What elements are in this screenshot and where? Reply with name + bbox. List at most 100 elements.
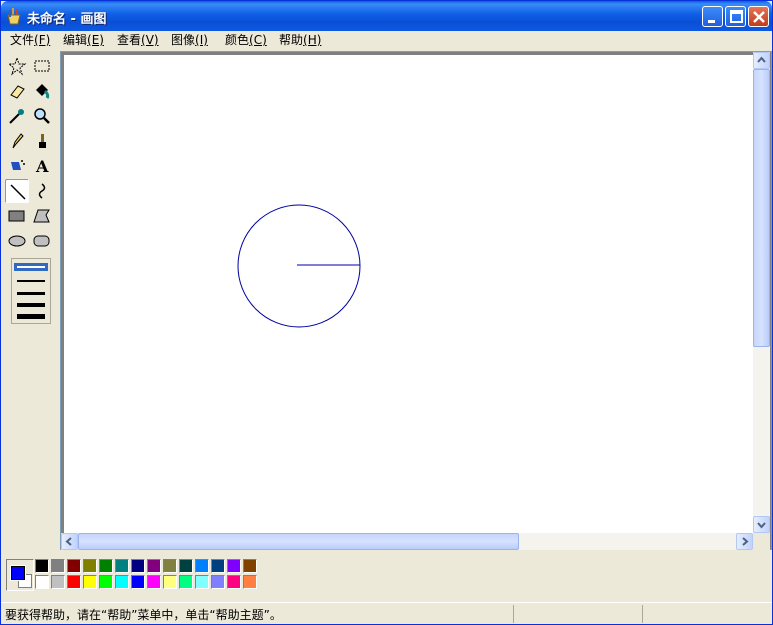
- line-width-2[interactable]: [17, 280, 45, 282]
- palette-swatch[interactable]: [195, 559, 209, 573]
- menu-view-key: (V): [141, 33, 159, 47]
- close-button[interactable]: [748, 6, 769, 27]
- menu-help-key: (H): [303, 33, 322, 47]
- palette-swatch[interactable]: [227, 575, 241, 589]
- foreground-color-swatch: [10, 565, 26, 581]
- palette-swatch[interactable]: [131, 559, 145, 573]
- chevron-up-icon: [757, 56, 766, 63]
- status-text: 要获得帮助，请在“帮助”菜单中，单击“帮助主题”。: [5, 608, 282, 622]
- maximize-icon: [730, 10, 743, 23]
- palette-swatch[interactable]: [67, 559, 81, 573]
- menu-edit-label: 编辑: [63, 33, 88, 47]
- tool-polygon[interactable]: [30, 204, 54, 228]
- menu-view[interactable]: 查看(V): [114, 32, 162, 49]
- minimize-button[interactable]: [702, 6, 723, 27]
- scroll-left-button[interactable]: [61, 533, 78, 550]
- palette-swatch[interactable]: [115, 559, 129, 573]
- menu-colors-label: 颜色: [225, 33, 250, 47]
- menu-file[interactable]: 文件(F): [7, 32, 53, 49]
- palette-swatch[interactable]: [243, 575, 257, 589]
- status-divider: [513, 605, 514, 623]
- palette-swatch[interactable]: [35, 575, 49, 589]
- pencil-icon: [12, 133, 24, 149]
- horizontal-scroll-thumb[interactable]: [78, 533, 519, 550]
- window-title: 未命名 - 画图: [27, 12, 107, 27]
- chevron-down-icon: [757, 522, 766, 529]
- paint-bucket-icon: [36, 84, 50, 99]
- palette-swatch[interactable]: [163, 559, 177, 573]
- palette-swatch[interactable]: [147, 575, 161, 589]
- palette-swatch[interactable]: [179, 575, 193, 589]
- palette-swatch[interactable]: [115, 575, 129, 589]
- scroll-up-button[interactable]: [753, 52, 770, 69]
- tool-magnifier[interactable]: [30, 104, 54, 128]
- drawing-canvas[interactable]: [64, 55, 754, 533]
- tool-rect-select[interactable]: [30, 54, 54, 78]
- palette-swatch[interactable]: [67, 575, 81, 589]
- polygon-icon: [33, 209, 50, 223]
- line-width-3[interactable]: [17, 292, 45, 295]
- chevron-right-icon: [742, 537, 749, 546]
- tool-eraser[interactable]: [5, 79, 29, 103]
- line-icon: [10, 184, 26, 200]
- palette-swatch[interactable]: [99, 575, 113, 589]
- menu-help-label: 帮助: [279, 33, 304, 47]
- menu-file-label: 文件: [10, 33, 35, 47]
- palette-swatch[interactable]: [51, 559, 65, 573]
- palette-swatch[interactable]: [227, 559, 241, 573]
- current-colors[interactable]: [6, 559, 34, 591]
- palette-swatch[interactable]: [243, 559, 257, 573]
- line-width-4[interactable]: [17, 303, 45, 307]
- status-divider: [642, 605, 643, 623]
- tool-line[interactable]: [5, 179, 29, 203]
- tool-rounded-rectangle[interactable]: [30, 229, 54, 253]
- palette-swatch[interactable]: [99, 559, 113, 573]
- scroll-down-button[interactable]: [753, 516, 770, 533]
- menu-help[interactable]: 帮助(H): [276, 32, 324, 49]
- menu-colors-key: (C): [249, 33, 267, 47]
- svg-text:A: A: [35, 157, 49, 176]
- tool-airbrush[interactable]: [5, 154, 29, 178]
- palette-swatch[interactable]: [163, 575, 177, 589]
- scroll-right-button[interactable]: [736, 533, 753, 550]
- tool-free-form-select[interactable]: [5, 54, 29, 78]
- line-width-1[interactable]: [17, 266, 45, 268]
- palette-swatch[interactable]: [211, 559, 225, 573]
- vertical-scroll-thumb[interactable]: [753, 69, 770, 347]
- palette-swatch[interactable]: [51, 575, 65, 589]
- menu-edit[interactable]: 编辑(E): [60, 32, 107, 49]
- line-width-5[interactable]: [17, 314, 45, 319]
- menu-image-label: 图像: [171, 33, 196, 47]
- tool-pick-color[interactable]: [5, 104, 29, 128]
- maximize-button[interactable]: [725, 6, 746, 27]
- palette-swatch[interactable]: [83, 575, 97, 589]
- minimize-icon: [708, 20, 715, 23]
- drawn-circle: [237, 204, 361, 328]
- tool-curve[interactable]: [30, 179, 54, 203]
- palette-swatch[interactable]: [195, 575, 209, 589]
- tool-brush[interactable]: [30, 129, 54, 153]
- status-bar: 要获得帮助，请在“帮助”菜单中，单击“帮助主题”。: [1, 602, 772, 624]
- palette-swatch[interactable]: [179, 559, 193, 573]
- tool-ellipse[interactable]: [5, 229, 29, 253]
- menu-image[interactable]: 图像(I): [168, 32, 211, 49]
- tool-rectangle[interactable]: [5, 204, 29, 228]
- rounded-rect-icon: [33, 235, 50, 247]
- tool-text[interactable]: A: [30, 154, 54, 178]
- eyedropper-icon: [9, 109, 24, 124]
- title-bar[interactable]: 未命名 - 画图: [1, 1, 772, 31]
- menu-edit-key: (E): [87, 33, 104, 47]
- line-width-selector: [11, 258, 51, 324]
- menu-file-key: (F): [34, 33, 51, 47]
- text-icon: A: [35, 157, 49, 176]
- palette-swatch[interactable]: [147, 559, 161, 573]
- palette-swatch[interactable]: [83, 559, 97, 573]
- menu-colors[interactable]: 颜色(C): [222, 32, 270, 49]
- rect-select-icon: [34, 60, 50, 72]
- palette-swatch[interactable]: [131, 575, 145, 589]
- palette-swatch[interactable]: [35, 559, 49, 573]
- tool-fill[interactable]: [30, 79, 54, 103]
- tool-pencil[interactable]: [5, 129, 29, 153]
- palette-swatch[interactable]: [211, 575, 225, 589]
- airbrush-icon: [11, 160, 25, 170]
